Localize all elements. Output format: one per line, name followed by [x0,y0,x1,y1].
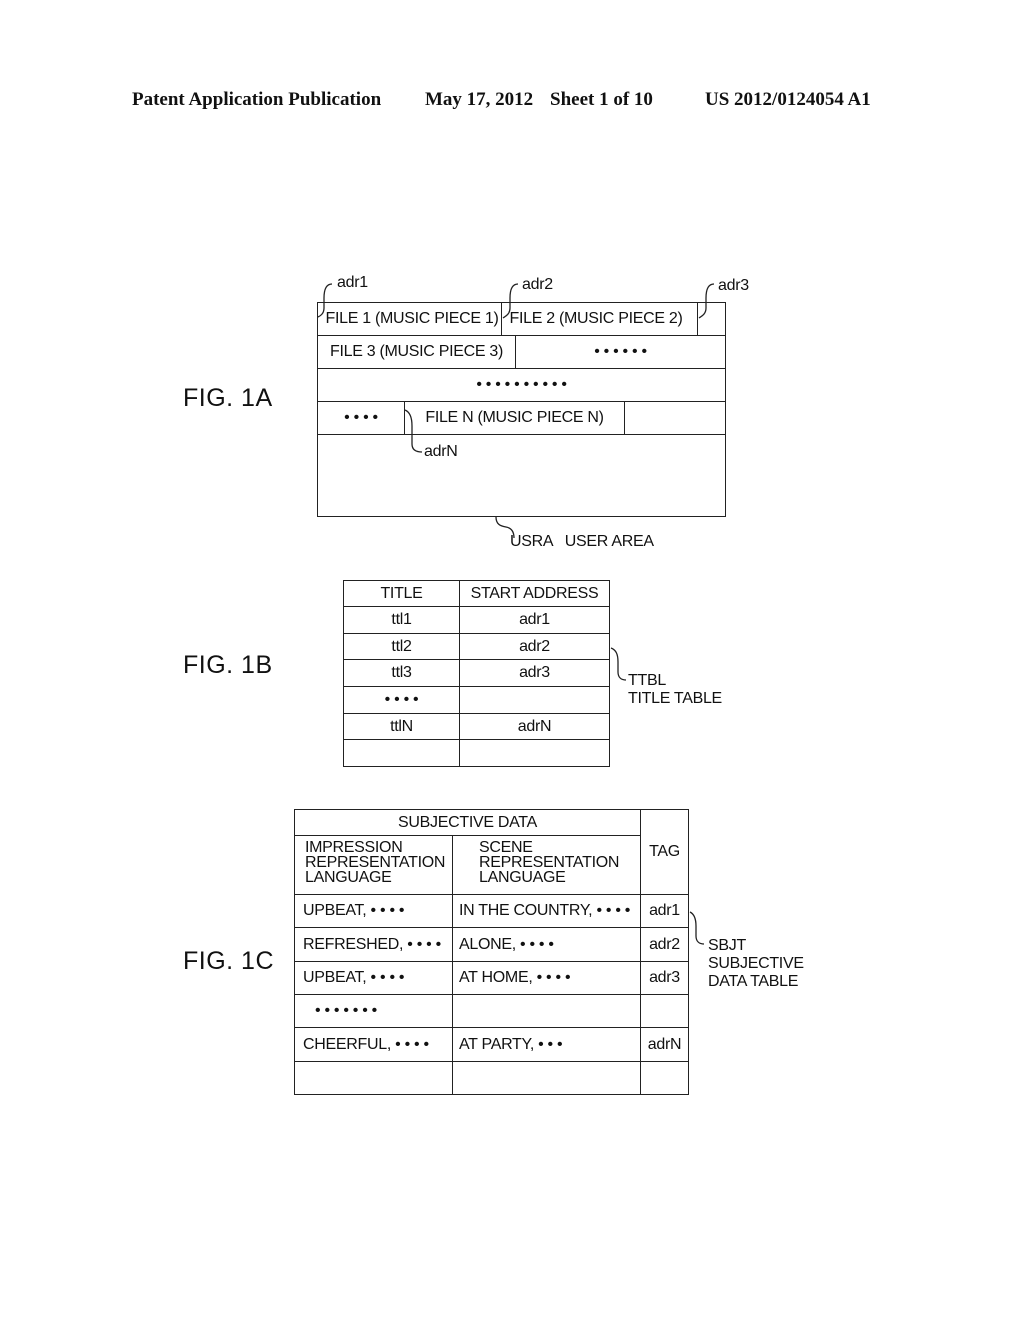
sbjt-name-line2: DATA TABLE [708,973,799,990]
sbjt-code-label: SBJT [708,937,746,954]
sbjt-name-line1: SUBJECTIVE [708,955,804,972]
sbjt-leader-line [689,911,705,945]
